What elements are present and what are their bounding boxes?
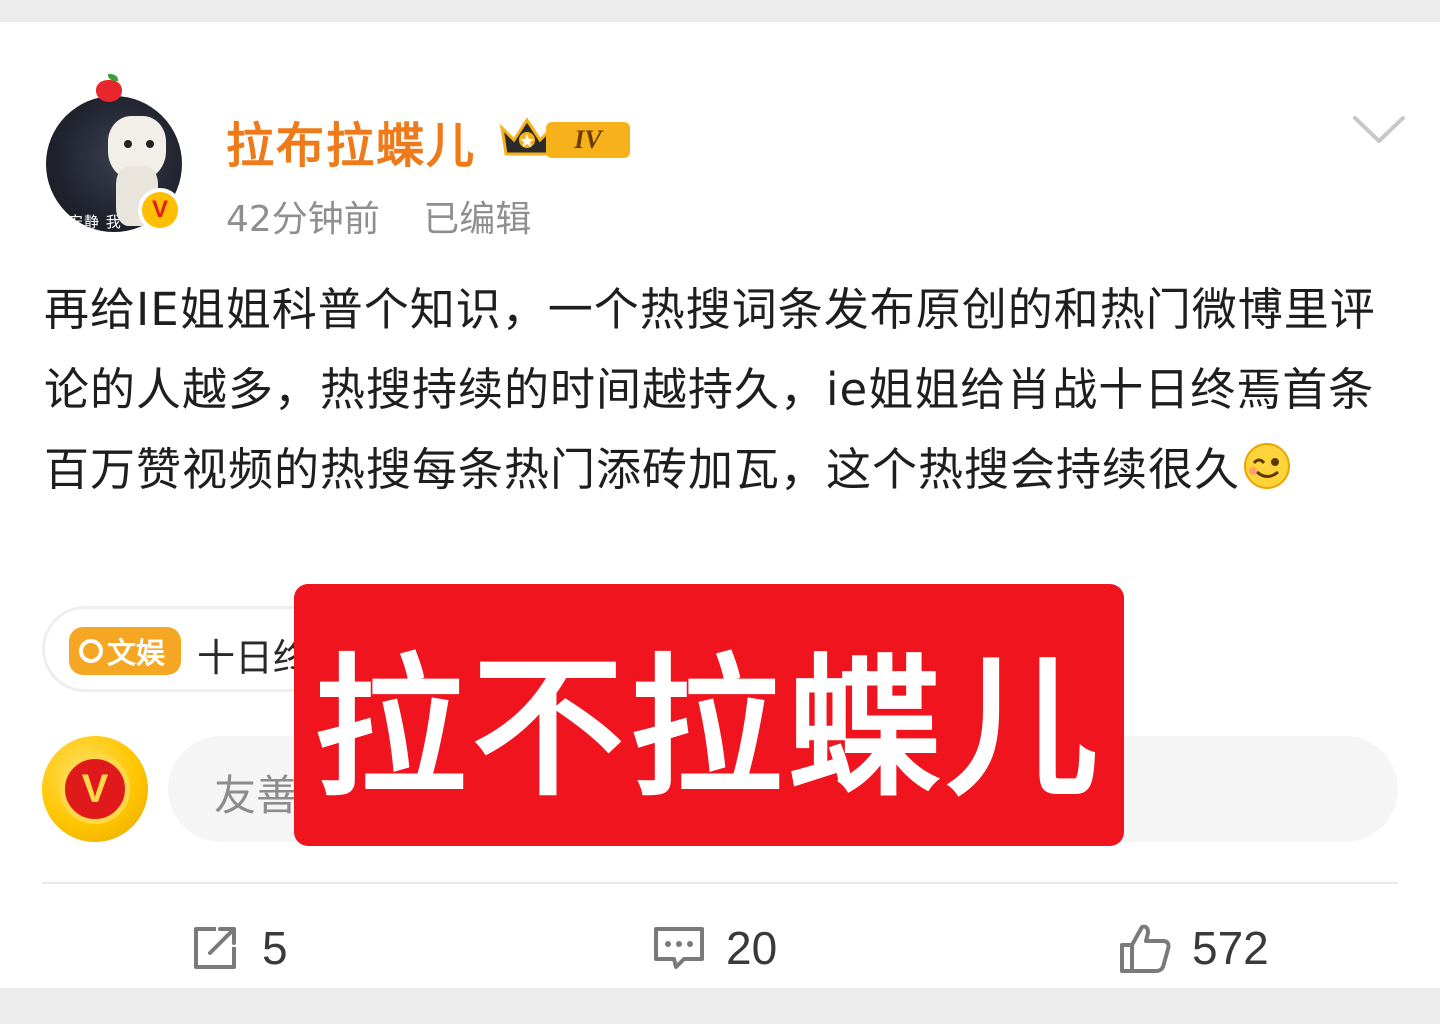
wink-emoji-icon bbox=[1244, 443, 1291, 489]
post-text: 再给IE姐姐科普个知识，一个热搜词条发布原创的和热门微博里评论的人越多，热搜持续… bbox=[44, 283, 1376, 496]
share-icon bbox=[194, 927, 236, 969]
like-button[interactable]: 572 bbox=[1118, 918, 1269, 978]
author-name[interactable]: 拉布拉蝶儿 bbox=[226, 106, 476, 176]
comment-icon bbox=[654, 927, 704, 969]
post-card: 安静 我 V 拉布拉蝶儿 IV 42分钟前 已编辑 再给IE姐姐科普个知识，一个… bbox=[0, 22, 1440, 988]
post-time: 42分钟前 bbox=[226, 199, 380, 240]
divider bbox=[42, 882, 1398, 884]
like-count: 572 bbox=[1192, 922, 1269, 974]
member-level-badge[interactable]: IV bbox=[498, 110, 634, 162]
chevron-down-icon[interactable] bbox=[1352, 114, 1406, 146]
vip-badge-icon: V bbox=[138, 188, 182, 232]
topic-category-tag: 文娱 bbox=[69, 627, 181, 675]
comment-button[interactable]: 20 bbox=[652, 918, 777, 978]
share-button[interactable]: 5 bbox=[188, 918, 288, 978]
author-avatar-group[interactable]: 安静 我 V bbox=[46, 74, 186, 234]
post-meta: 42分钟前 已编辑 bbox=[226, 190, 563, 242]
commenter-avatar: V bbox=[42, 736, 148, 842]
like-icon bbox=[1120, 924, 1171, 973]
comment-placeholder: 友善 bbox=[214, 771, 299, 820]
avatar-caption: 安静 我 bbox=[68, 213, 122, 231]
level-tag: IV bbox=[546, 122, 630, 158]
share-count: 5 bbox=[262, 922, 288, 974]
search-icon bbox=[79, 639, 103, 663]
apple-icon bbox=[96, 74, 122, 102]
edited-label: 已编辑 bbox=[423, 199, 532, 240]
post-content: 再给IE姐姐科普个知识，一个热搜词条发布原创的和热门微博里评论的人越多，热搜持续… bbox=[44, 270, 1400, 510]
watermark-banner: 拉不拉蝶儿 bbox=[294, 584, 1124, 846]
watermark-text: 拉不拉蝶儿 bbox=[314, 640, 1104, 817]
comment-count: 20 bbox=[726, 922, 778, 974]
